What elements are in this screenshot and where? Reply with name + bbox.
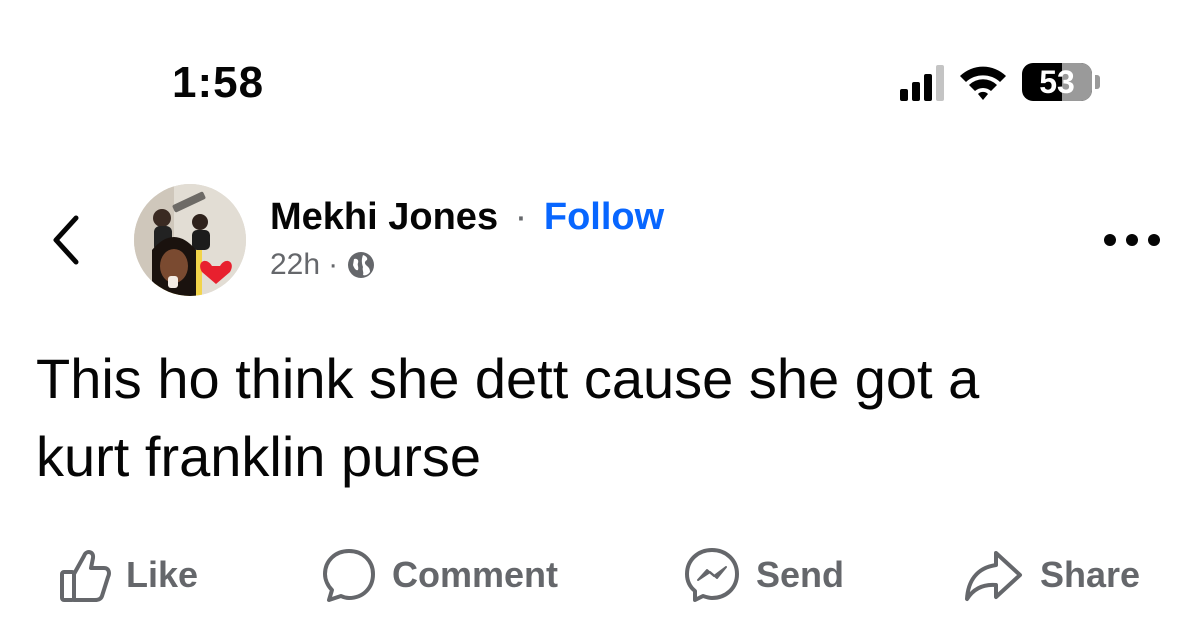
avatar[interactable] (134, 184, 246, 296)
globe-icon (348, 252, 375, 278)
post-text-line: This ho think she dett cause she got a (36, 347, 980, 410)
back-button[interactable] (46, 212, 86, 268)
author-name[interactable]: Mekhi Jones (270, 196, 498, 238)
comment-bubble-icon (323, 549, 375, 602)
follow-button[interactable]: Follow (544, 196, 664, 238)
battery-icon: 53 (1022, 63, 1100, 101)
post-text: This ho think she dett cause she got a k… (36, 340, 1166, 496)
more-dot-icon (1126, 234, 1138, 246)
like-label: Like (126, 554, 199, 595)
messenger-icon (685, 548, 739, 602)
share-label: Share (1040, 554, 1141, 595)
battery-level: 53 (1039, 63, 1075, 100)
cellular-signal-icon (900, 63, 944, 101)
send-button[interactable]: Send (682, 540, 844, 610)
share-arrow-icon (965, 551, 1022, 601)
chevron-left-icon (53, 215, 79, 265)
author-line: Mekhi Jones · Follow (270, 194, 664, 240)
status-time: 1:58 (172, 58, 265, 107)
separator-dot: · (514, 196, 528, 238)
post-text-line: kurt franklin purse (36, 425, 482, 488)
more-dot-icon (1104, 234, 1116, 246)
meta-separator-dot: · (328, 248, 339, 281)
more-options-button[interactable] (1104, 226, 1160, 254)
comment-button[interactable]: Comment (320, 540, 558, 610)
wifi-icon (960, 66, 1006, 100)
post-timestamp[interactable]: 22h (270, 248, 320, 282)
thumbs-up-icon (60, 550, 111, 602)
post-meta: 22h · (270, 248, 376, 282)
send-label: Send (756, 554, 845, 595)
status-indicators: 53 (900, 60, 1100, 104)
avatar-photo (134, 184, 246, 296)
like-button[interactable]: Like (58, 540, 198, 610)
comment-label: Comment (392, 554, 559, 595)
post-action-bar: Like Comment Send Share (0, 540, 1200, 610)
share-button[interactable]: Share (962, 540, 1140, 610)
more-dot-icon (1148, 234, 1160, 246)
